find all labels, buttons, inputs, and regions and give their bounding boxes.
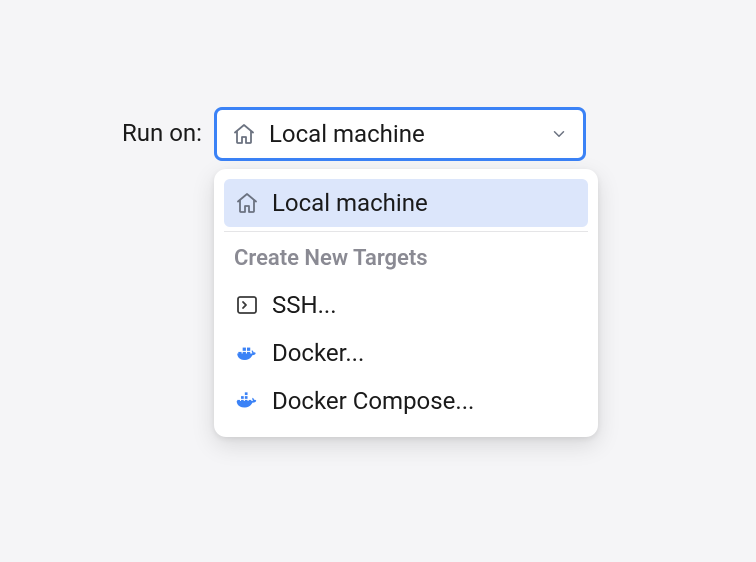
dropdown-item-docker-compose[interactable]: Docker Compose... <box>224 377 588 425</box>
home-icon <box>231 121 257 147</box>
terminal-icon <box>234 292 260 318</box>
run-target-select[interactable]: Local machine <box>214 107 586 161</box>
run-on-label: Run on: <box>122 107 202 147</box>
dropdown-item-label: Docker Compose... <box>272 387 474 415</box>
select-value: Local machine <box>269 120 549 148</box>
chevron-down-icon <box>549 124 569 144</box>
dropdown-item-docker[interactable]: Docker... <box>224 329 588 377</box>
home-icon <box>234 190 260 216</box>
dropdown-item-local-machine[interactable]: Local machine <box>224 179 588 227</box>
section-header-create-targets: Create New Targets <box>224 238 588 281</box>
divider <box>224 231 588 232</box>
docker-icon <box>234 340 260 366</box>
docker-compose-icon <box>234 388 260 414</box>
dropdown-item-label: Local machine <box>272 189 428 217</box>
dropdown-item-ssh[interactable]: SSH... <box>224 281 588 329</box>
run-target-dropdown: Local machine Create New Targets SSH... <box>214 169 598 437</box>
dropdown-item-label: Docker... <box>272 339 364 367</box>
dropdown-item-label: SSH... <box>272 291 337 319</box>
